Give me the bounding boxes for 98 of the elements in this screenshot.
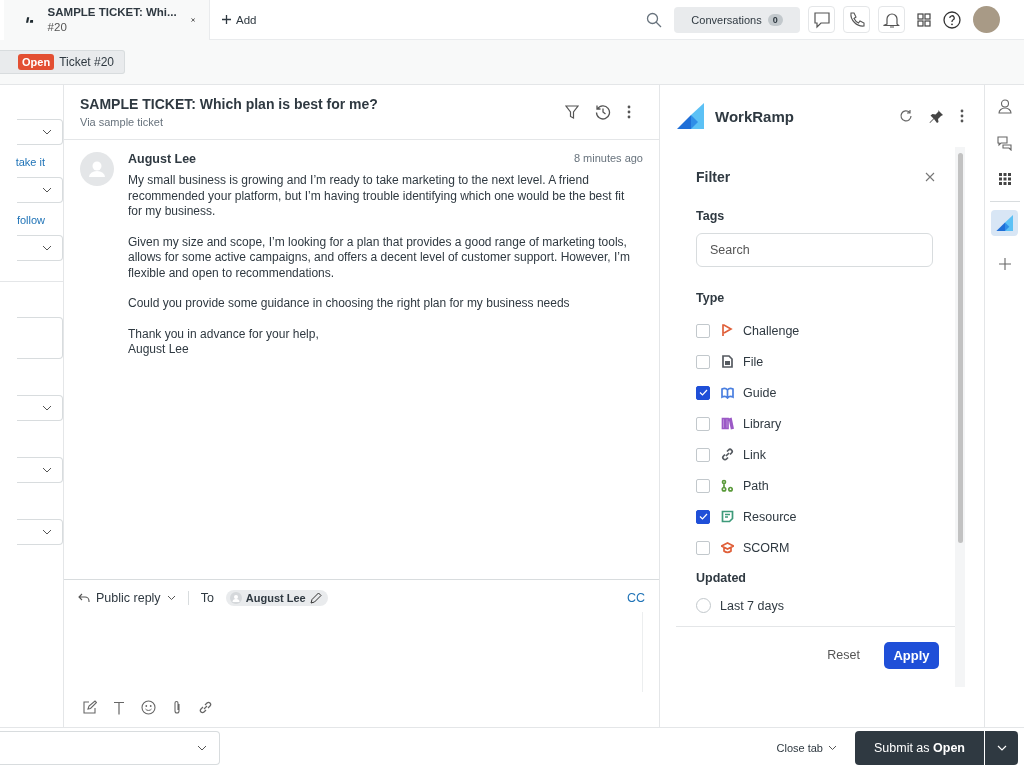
submit-options-button[interactable] [985, 731, 1018, 765]
ticket-tab[interactable]: SAMPLE TICKET: Whi... #20 [0, 0, 210, 40]
type-option-label: Path [743, 478, 769, 493]
ticket-title: SAMPLE TICKET: Which plan is best for me? [80, 96, 378, 112]
type-option-label: SCORM [743, 540, 790, 555]
user-avatar[interactable] [973, 6, 1000, 33]
checkbox[interactable] [696, 385, 710, 400]
text-format-icon[interactable] [113, 700, 125, 715]
scrollbar-thumb[interactable] [957, 153, 963, 543]
attachment-icon[interactable] [172, 700, 182, 715]
chevron-down-icon [42, 405, 52, 411]
type-option-label: Guide [743, 385, 777, 400]
text-field[interactable] [17, 317, 63, 359]
reset-button[interactable]: Reset [821, 647, 866, 663]
message-paragraph: Given my size and scope, I’m looking for a plan that provides a good range of marketing tools, allows for some active campaigns, and offers a decent level of customer support. However, I’m flexible and open to recommendations. [128, 234, 631, 281]
tab-title: SAMPLE TICKET: Whi... [47, 4, 177, 20]
tags-search-field[interactable]: Search [696, 233, 933, 267]
avatar-icon [80, 152, 114, 186]
app-name: WorkRamp [715, 107, 794, 125]
chevron-down-icon [42, 529, 52, 535]
more-icon[interactable] [627, 105, 631, 119]
ticket-breadcrumb[interactable]: Open Ticket #20 [0, 50, 126, 74]
recipient-chip[interactable]: August Lee [225, 590, 328, 606]
chevron-down-icon [197, 745, 207, 751]
chevron-down-icon [996, 745, 1007, 751]
close-icon[interactable] [190, 15, 195, 24]
phone-icon [847, 10, 866, 29]
plus-icon [222, 15, 231, 24]
type-option-label: File [743, 354, 764, 369]
edit-icon[interactable] [82, 700, 97, 715]
dropdown-field[interactable] [17, 395, 63, 421]
checkbox[interactable] [696, 509, 710, 524]
message-time: 8 minutes ago [573, 152, 643, 166]
bell-icon [882, 10, 901, 29]
chevron-down-icon [42, 467, 52, 473]
filter-title: Filter [696, 169, 731, 185]
type-option-label: Link [743, 447, 766, 462]
status-badge: Open [18, 54, 55, 70]
history-icon[interactable] [595, 104, 611, 120]
message-author: August Lee [128, 152, 197, 166]
type-option-label: Library [743, 416, 782, 431]
search-icon[interactable] [646, 11, 662, 28]
dropdown-field[interactable] [17, 235, 63, 261]
type-label: Type [696, 291, 726, 305]
tags-label: Tags [696, 209, 726, 223]
apply-button[interactable]: Apply [884, 641, 939, 669]
type-option-label: Challenge [743, 323, 800, 338]
dropdown-field[interactable] [17, 519, 63, 545]
apps-icon[interactable] [998, 173, 1011, 185]
add-icon[interactable] [998, 258, 1011, 270]
reply-arrow-icon [78, 593, 90, 603]
add-tab-button[interactable]: Add [222, 13, 257, 26]
submit-button[interactable]: Submit as Open [855, 731, 984, 765]
updated-label: Updated [696, 571, 747, 585]
pin-icon[interactable] [929, 108, 944, 124]
message-paragraph: Thank you in advance for your help, August Lee [128, 326, 320, 358]
message-paragraph: Could you provide some guidance in choosing the right plan for my business needs [128, 296, 571, 312]
pencil-icon [309, 592, 322, 604]
tab-subtitle: #20 [47, 19, 68, 35]
filter-icon[interactable] [565, 105, 579, 119]
notification-button[interactable] [878, 6, 905, 33]
reply-mode-dropdown[interactable]: Public reply [78, 591, 189, 605]
speech-bubble-icon [812, 10, 831, 29]
ticket-label: Ticket #20 [59, 55, 115, 69]
help-icon[interactable] [943, 10, 961, 29]
workramp-logo-icon [677, 103, 705, 129]
updated-option-label: Last 7 days [720, 599, 784, 613]
chevron-down-icon [828, 745, 837, 751]
cc-link[interactable]: CC [626, 591, 645, 605]
workramp-logo-icon [995, 215, 1014, 231]
conversations-button[interactable]: Conversations 0 [674, 6, 800, 33]
chat-bubbles-icon[interactable] [996, 136, 1013, 151]
take-it-link[interactable]: take it [15, 155, 45, 169]
close-icon[interactable] [925, 172, 935, 182]
link-icon[interactable] [198, 700, 213, 715]
emoji-icon[interactable] [141, 700, 156, 715]
dropdown-field[interactable] [17, 119, 63, 145]
chevron-down-icon [42, 187, 52, 193]
workramp-app-button[interactable] [991, 210, 1018, 236]
ticket-source: Via sample ticket [80, 116, 164, 128]
dropdown-field[interactable] [17, 457, 63, 483]
chevron-down-icon [166, 595, 176, 601]
user-icon[interactable] [997, 99, 1012, 114]
chevron-down-icon [42, 129, 52, 135]
to-label: To [200, 591, 214, 605]
refresh-icon[interactable] [899, 109, 913, 123]
close-tab-button[interactable]: Close tab [770, 741, 843, 755]
apps-icon[interactable] [917, 12, 931, 27]
message-paragraph: My small business is growing and I’m ready to take marketing to the next level. A friend recommended your platform, but I’m having trouble identifying which one would be the best fit for my business. [128, 173, 626, 220]
more-icon[interactable] [960, 109, 964, 123]
dropdown-field[interactable] [17, 177, 63, 203]
phone-button[interactable] [843, 6, 870, 33]
avatar-icon [229, 592, 242, 604]
chevron-down-icon [42, 245, 52, 251]
type-option-label: Resource [743, 509, 797, 524]
chat-button[interactable] [808, 6, 835, 33]
follow-link[interactable]: follow [16, 213, 45, 227]
dropdown-field[interactable] [0, 731, 220, 765]
